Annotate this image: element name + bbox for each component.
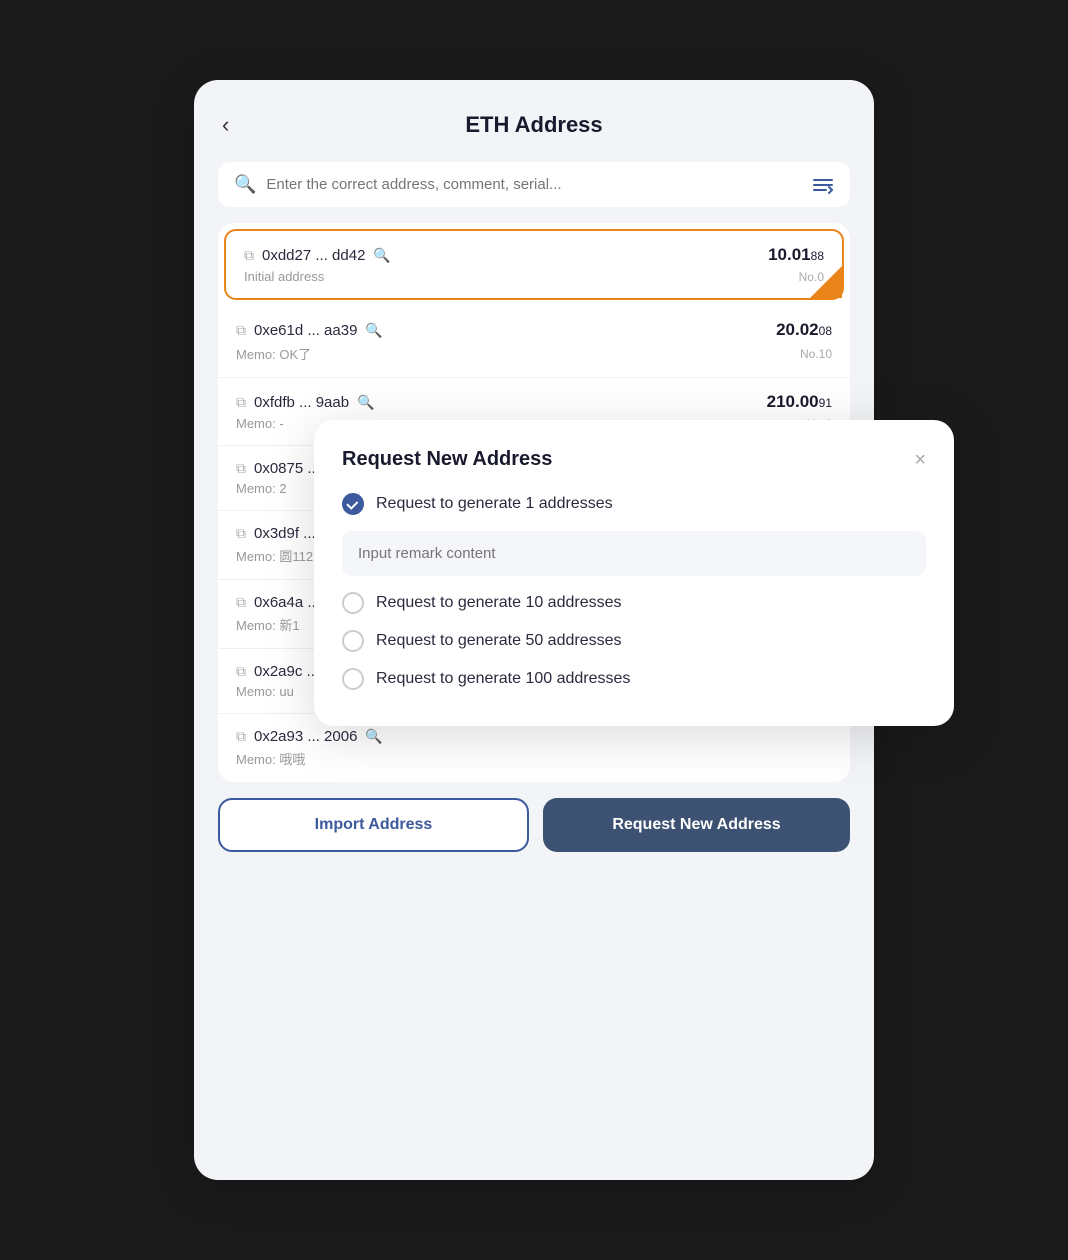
- address-amount: 20.0208: [776, 320, 832, 340]
- search-input[interactable]: [266, 176, 802, 193]
- radio-circle: [342, 493, 364, 515]
- dialog-header: Request New Address ×: [342, 448, 926, 471]
- address-search-icon[interactable]: 🔍: [373, 247, 390, 264]
- radio-label: Request to generate 10 addresses: [376, 594, 622, 612]
- copy-icon[interactable]: ⧉: [236, 460, 246, 477]
- address-hash: 0xfdfb ... 9aab: [254, 394, 349, 411]
- request-new-address-button[interactable]: Request New Address: [543, 798, 850, 852]
- filter-icon: [812, 176, 834, 194]
- address-memo: Memo: OK了: [236, 344, 311, 363]
- radio-option[interactable]: Request to generate 1 addresses: [342, 493, 926, 515]
- address-memo: Memo: 哦哦: [236, 749, 305, 768]
- remark-input[interactable]: [342, 531, 926, 576]
- copy-icon[interactable]: ⧉: [236, 525, 246, 542]
- address-hash: 0xdd27 ... dd42: [262, 247, 365, 264]
- dialog-title: Request New Address: [342, 448, 552, 471]
- copy-icon[interactable]: ⧉: [236, 394, 246, 411]
- import-address-button[interactable]: Import Address: [218, 798, 529, 852]
- radio-label: Request to generate 100 addresses: [376, 670, 630, 688]
- address-memo: Memo: uu: [236, 684, 294, 699]
- dialog-options: Request to generate 1 addresses Request …: [342, 493, 926, 690]
- address-search-icon[interactable]: 🔍: [365, 728, 382, 745]
- back-button[interactable]: ‹: [218, 110, 233, 140]
- address-hash: 0xe61d ... aa39: [254, 322, 357, 339]
- search-bar: 🔍: [218, 162, 850, 207]
- search-icon: 🔍: [234, 174, 256, 195]
- radio-option[interactable]: Request to generate 10 addresses: [342, 592, 926, 614]
- radio-circle: [342, 630, 364, 652]
- address-memo: Memo: 2: [236, 481, 287, 496]
- page-title: ETH Address: [465, 112, 602, 138]
- radio-option[interactable]: Request to generate 100 addresses: [342, 668, 926, 690]
- address-amount: 10.0188: [768, 245, 824, 265]
- copy-icon[interactable]: ⧉: [236, 322, 246, 339]
- address-memo: Memo: 圆112: [236, 546, 313, 565]
- main-card: ‹ ETH Address 🔍 ⧉ 0xdd27 ... dd42 🔍 10.0…: [194, 80, 874, 1180]
- address-hash: 0x2a93 ... 2006: [254, 728, 357, 745]
- radio-label: Request to generate 1 addresses: [376, 495, 613, 513]
- copy-icon[interactable]: ⧉: [244, 247, 254, 264]
- dialog-close-button[interactable]: ×: [914, 450, 926, 470]
- request-address-dialog: Request New Address × Request to generat…: [314, 420, 954, 726]
- radio-option[interactable]: Request to generate 50 addresses: [342, 630, 926, 652]
- active-corner: [810, 266, 842, 298]
- address-item[interactable]: ⧉ 0xdd27 ... dd42 🔍 10.0188 Initial addr…: [224, 229, 844, 300]
- radio-label: Request to generate 50 addresses: [376, 632, 622, 650]
- copy-icon[interactable]: ⧉: [236, 594, 246, 611]
- radio-circle: [342, 592, 364, 614]
- address-memo: Memo: -: [236, 416, 284, 431]
- copy-icon[interactable]: ⧉: [236, 663, 246, 680]
- address-number: No.10: [800, 347, 832, 361]
- address-search-icon[interactable]: 🔍: [357, 394, 374, 411]
- address-memo: Memo: 新1: [236, 615, 300, 634]
- address-memo: Initial address: [244, 269, 324, 284]
- radio-circle: [342, 668, 364, 690]
- address-search-icon[interactable]: 🔍: [365, 322, 382, 339]
- bottom-actions: Import Address Request New Address: [218, 798, 850, 852]
- copy-icon[interactable]: ⧉: [236, 728, 246, 745]
- address-item[interactable]: ⧉ 0xe61d ... aa39 🔍 20.0208 Memo: OK了 No…: [218, 306, 850, 378]
- page-header: ‹ ETH Address: [218, 112, 850, 138]
- address-amount: 210.0091: [767, 392, 832, 412]
- filter-button[interactable]: [812, 176, 834, 194]
